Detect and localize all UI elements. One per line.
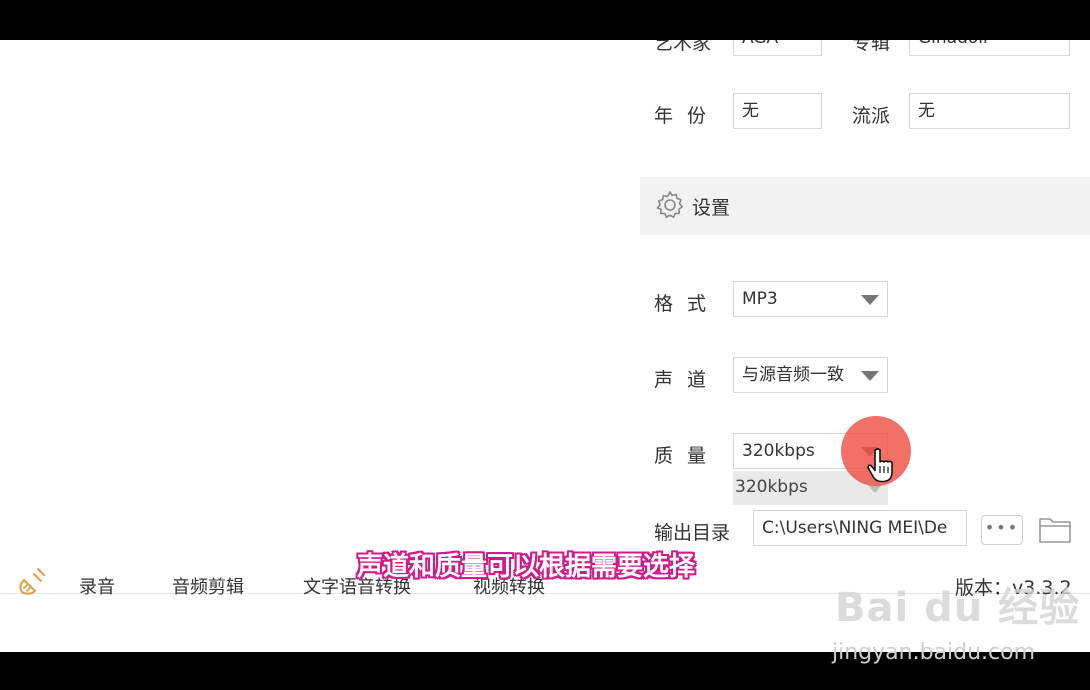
hand-cursor-icon [867, 448, 893, 483]
quality-value: 320kbps [742, 441, 815, 461]
watermark-url: jingyan.baidu.com [832, 640, 1036, 665]
channel-select[interactable]: 与源音频一致 [733, 357, 888, 393]
year-field[interactable]: 无 [733, 93, 822, 129]
artist-label: 艺术家 [654, 40, 712, 54]
genre-label: 流派 [852, 105, 891, 127]
artist-field[interactable]: AGA [733, 40, 822, 56]
output-dir-field[interactable]: C:\Users\NING MEI\De [753, 510, 967, 546]
channel-value: 与源音频一致 [742, 365, 844, 385]
video-subtitle: 声道和质量可以根据需要选择 [357, 552, 696, 582]
album-field[interactable]: Ginadoll [909, 40, 1070, 56]
browse-more-button[interactable]: ••• [981, 515, 1023, 545]
quality-label: 质量 [654, 445, 721, 467]
chevron-down-icon [868, 485, 882, 493]
tool-record[interactable]: 录音 [79, 573, 115, 599]
format-select[interactable]: MP3 [733, 281, 888, 317]
channel-label: 声道 [654, 369, 721, 391]
album-label: 专辑 [852, 40, 891, 54]
chevron-down-icon [861, 295, 879, 305]
settings-header: 设置 [640, 177, 1090, 235]
video-letterbox-top [0, 0, 1090, 40]
settings-title: 设置 [692, 197, 731, 219]
year-label: 年份 [654, 105, 721, 127]
gear-icon [656, 191, 683, 218]
output-dir-label: 输出目录 [654, 522, 731, 544]
genre-field[interactable]: 无 [909, 93, 1070, 129]
folder-icon[interactable] [1037, 513, 1073, 547]
format-label: 格式 [654, 293, 721, 315]
quality-option-label: 320kbps [735, 477, 808, 497]
format-value: MP3 [742, 289, 778, 309]
tool-audio-cut[interactable]: 音频剪辑 [172, 573, 244, 599]
baidu-watermark: Bai du 经验 [835, 585, 1081, 631]
broom-tool-icon[interactable] [16, 565, 50, 599]
chevron-down-icon [861, 371, 879, 381]
